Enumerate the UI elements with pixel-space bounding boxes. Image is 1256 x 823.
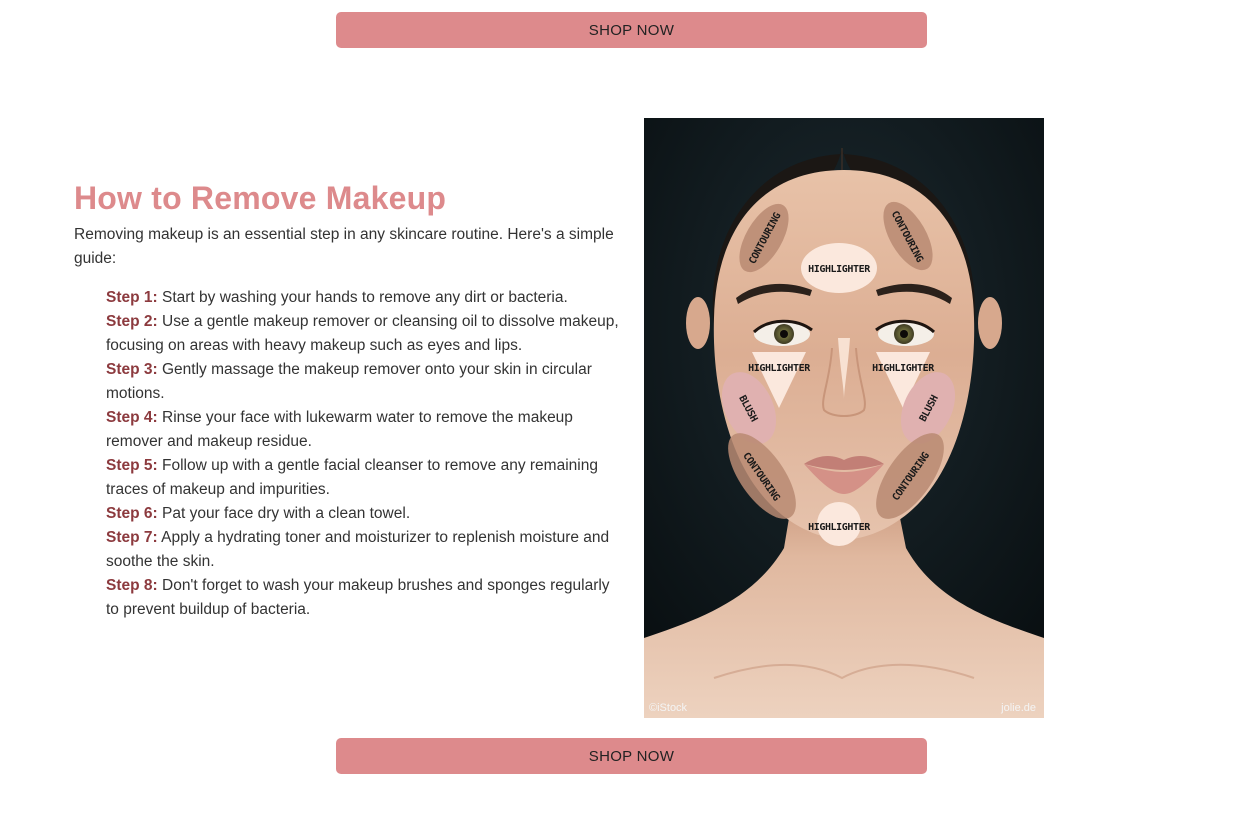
eye-left-pupil	[780, 330, 788, 338]
article: How to Remove Makeup Removing makeup is …	[74, 178, 634, 622]
zone-highlighter-forehead: HIGHLIGHTER	[801, 243, 877, 293]
step-label: Step 6:	[106, 505, 158, 522]
face-illustration: CONTOURING CONTOURING HIGHLIGHTER HIGHLI…	[644, 118, 1044, 718]
list-item: Step 6: Pat your face dry with a clean t…	[106, 502, 621, 526]
step-label: Step 2:	[106, 313, 158, 330]
step-text: Follow up with a gentle facial cleanser …	[106, 457, 598, 498]
list-item: Step 2: Use a gentle makeup remover or c…	[106, 310, 621, 358]
list-item: Step 7: Apply a hydrating toner and mois…	[106, 526, 621, 574]
step-label: Step 3:	[106, 361, 158, 378]
page-title: How to Remove Makeup	[74, 180, 447, 216]
step-text: Gently massage the makeup remover onto y…	[106, 361, 592, 402]
step-text: Start by washing your hands to remove an…	[162, 289, 568, 306]
list-item: Step 8: Don't forget to wash your makeup…	[106, 574, 621, 622]
eye-right-pupil	[900, 330, 908, 338]
zone-label: HIGHLIGHTER	[808, 522, 871, 533]
step-label: Step 7:	[106, 529, 158, 546]
zone-label: HIGHLIGHTER	[748, 363, 811, 374]
image-credit-jolie: jolie.de	[1001, 702, 1036, 714]
ear-right	[978, 297, 1002, 349]
list-item: Step 1: Start by washing your hands to r…	[106, 286, 621, 310]
image-credit-istock: ©iStock	[649, 702, 688, 714]
ear-left	[686, 297, 710, 349]
step-text: Use a gentle makeup remover or cleansing…	[106, 313, 619, 354]
list-item: Step 4: Rinse your face with lukewarm wa…	[106, 406, 621, 454]
step-text: Rinse your face with lukewarm water to r…	[106, 409, 573, 450]
list-item: Step 5: Follow up with a gentle facial c…	[106, 454, 621, 502]
step-label: Step 4:	[106, 409, 158, 426]
step-text: Don't forget to wash your makeup brushes…	[106, 577, 610, 618]
list-item: Step 3: Gently massage the makeup remove…	[106, 358, 621, 406]
step-label: Step 1:	[106, 289, 158, 306]
step-label: Step 8:	[106, 577, 158, 594]
intro-text: Removing makeup is an essential step in …	[74, 226, 614, 267]
step-text: Apply a hydrating toner and moisturizer …	[106, 529, 610, 570]
step-label: Step 5:	[106, 457, 158, 474]
zone-label: HIGHLIGHTER	[808, 264, 871, 275]
shop-now-button-bottom[interactable]: SHOP NOW	[336, 738, 927, 774]
zone-label: HIGHLIGHTER	[872, 363, 935, 374]
step-text: Pat your face dry with a clean towel.	[162, 505, 411, 522]
shop-now-button-top[interactable]: SHOP NOW	[336, 12, 927, 48]
steps-list: Step 1: Start by washing your hands to r…	[106, 286, 621, 622]
makeup-face-chart-image: CONTOURING CONTOURING HIGHLIGHTER HIGHLI…	[644, 118, 1044, 718]
